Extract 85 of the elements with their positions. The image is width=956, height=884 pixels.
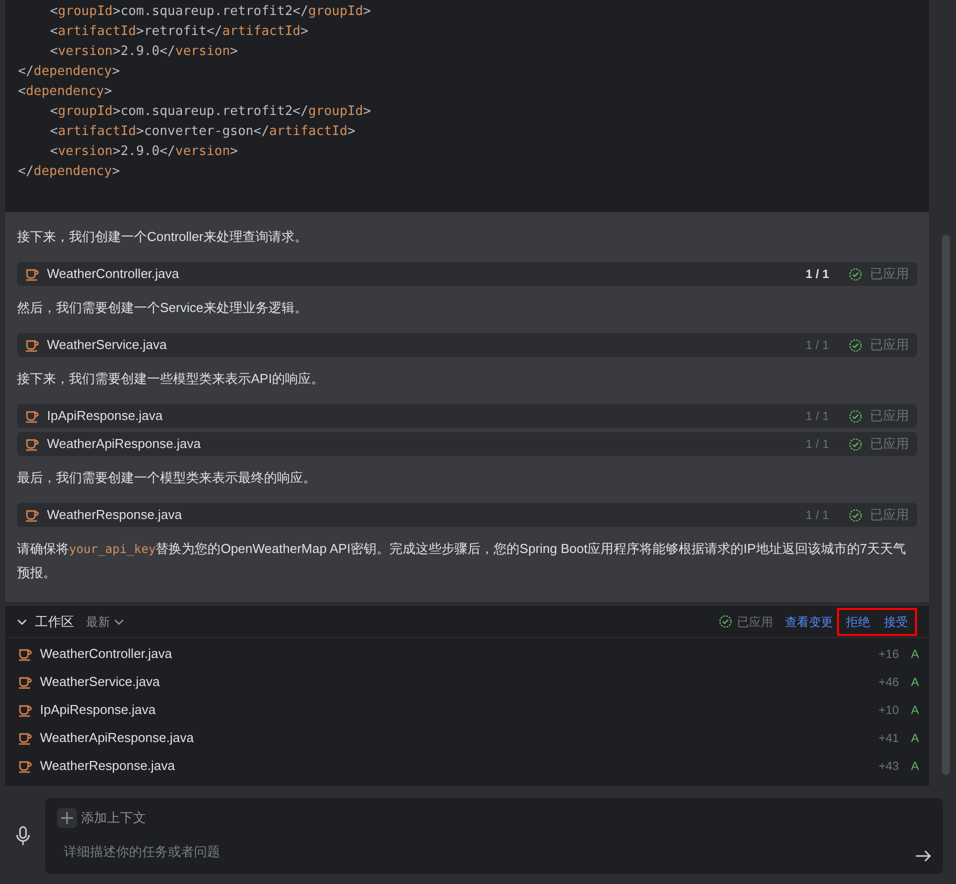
code-line: <artifactId>retrofit</artifactId> <box>49 23 310 41</box>
file-name: IpApiResponse.java <box>40 701 157 720</box>
added-lines-count: +16 <box>878 646 899 663</box>
cup-icon <box>25 508 39 522</box>
added-lines-count: +43 <box>878 758 899 775</box>
file-status-letter: A <box>910 702 919 719</box>
file-card[interactable]: WeatherApiResponse.java 1 / 1 已应用 <box>17 432 917 456</box>
panel-title: 工作区 <box>35 612 74 631</box>
code-line: <groupId>com.squareup.retrofit2</groupId> <box>49 3 372 21</box>
cup-icon <box>25 338 39 352</box>
file-name: WeatherController.java <box>47 265 180 284</box>
message-text: 接下来，我们创建一个Controller来处理查询请求。 <box>17 228 308 246</box>
file-name: WeatherController.java <box>40 645 173 664</box>
check-icon <box>849 438 862 450</box>
added-lines-count: +46 <box>878 674 899 691</box>
cup-icon <box>18 647 32 661</box>
status-label: 已应用 <box>870 265 909 284</box>
code-line: <groupId>com.squareup.retrofit2</groupId> <box>49 103 372 121</box>
check-icon <box>849 338 862 352</box>
code-line: <version>2.9.0</version> <box>49 143 239 161</box>
change-count: 1 / 1 <box>806 408 829 425</box>
microphone-icon[interactable] <box>16 826 30 846</box>
file-status-letter: A <box>910 674 919 691</box>
change-count: 1 / 1 <box>806 436 829 453</box>
file-name: WeatherService.java <box>47 336 168 354</box>
file-card[interactable]: WeatherService.java 1 / 1 已应用 <box>17 333 917 357</box>
changed-file-row[interactable]: WeatherController.java +16 A <box>5 640 929 668</box>
cup-icon <box>18 731 32 745</box>
changed-file-row[interactable]: IpApiResponse.java +10 A <box>5 696 929 724</box>
accept-link[interactable]: 接受 <box>884 612 908 630</box>
cup-icon <box>25 267 39 281</box>
code-line: <version>2.9.0</version> <box>49 43 239 61</box>
changed-file-row[interactable]: WeatherService.java +46 A <box>5 668 929 696</box>
chevron-down-icon[interactable] <box>17 618 27 624</box>
scrollbar-thumb[interactable] <box>942 235 950 775</box>
chat-input-box[interactable]: 添加上下文 详细描述你的任务或者问题 <box>45 798 943 874</box>
file-status-letter: A <box>910 646 919 663</box>
check-icon <box>849 268 862 280</box>
code-line: </dependency> <box>17 63 121 81</box>
status-label: 已应用 <box>870 407 909 426</box>
change-count: 1 / 1 <box>806 507 829 524</box>
changed-file-row[interactable]: WeatherApiResponse.java +41 A <box>5 724 929 752</box>
file-name: WeatherApiResponse.java <box>47 435 202 454</box>
prompt-input[interactable]: 详细描述你的任务或者问题 <box>64 842 884 862</box>
check-icon <box>849 410 862 422</box>
file-status-letter: A <box>910 730 919 747</box>
cup-icon <box>18 703 32 717</box>
cup-icon <box>25 409 39 423</box>
filter-dropdown[interactable]: 最新 <box>86 612 124 630</box>
changed-file-row[interactable]: WeatherResponse.java +43 A <box>5 752 929 780</box>
file-name: WeatherResponse.java <box>47 506 183 524</box>
status-label: 已应用 <box>737 614 773 630</box>
file-card[interactable]: WeatherController.java 1 / 1 已应用 <box>17 262 917 286</box>
change-count: 1 / 1 <box>806 266 829 283</box>
check-icon <box>849 508 862 522</box>
message-text: 请确保将your_api_key替换为您的OpenWeatherMap API密钥。完成这些步骤后，您的Spring Boot应用程序将能够根据请求的IP地址返回该城市的7天天气预报。 <box>17 540 907 582</box>
change-count: 1 / 1 <box>806 337 829 354</box>
message-text: 接下来，我们需要创建一些模型类来表示API的响应。 <box>17 370 325 388</box>
file-status-letter: A <box>910 758 919 775</box>
file-name: WeatherApiResponse.java <box>40 729 195 748</box>
chevron-down-icon[interactable] <box>114 618 124 624</box>
code-line: <artifactId>converter-gson</artifactId> <box>49 123 356 141</box>
status-label: 已应用 <box>870 435 909 454</box>
send-arrow-icon[interactable] <box>916 850 931 862</box>
added-lines-count: +41 <box>878 730 899 747</box>
view-changes-link[interactable]: 查看变更 <box>785 612 833 630</box>
added-lines-count: +10 <box>878 702 899 719</box>
file-name: WeatherService.java <box>40 673 161 692</box>
status-label: 已应用 <box>870 506 909 524</box>
add-context-button[interactable]: 添加上下文 <box>81 808 146 828</box>
cup-icon <box>25 437 39 451</box>
add-icon[interactable] <box>57 808 77 828</box>
reject-link[interactable]: 拒绝 <box>846 612 870 630</box>
code-line: </dependency> <box>17 163 121 181</box>
file-card[interactable]: WeatherResponse.java 1 / 1 已应用 <box>17 503 917 527</box>
message-text: 最后，我们需要创建一个模型类来表示最终的响应。 <box>17 469 317 487</box>
message-text: 然后，我们需要创建一个Service来处理业务逻辑。 <box>17 299 308 317</box>
cup-icon <box>18 759 32 773</box>
file-card[interactable]: IpApiResponse.java 1 / 1 已应用 <box>17 404 917 428</box>
check-icon <box>719 615 732 628</box>
file-name: WeatherResponse.java <box>40 757 176 776</box>
status-label: 已应用 <box>870 336 909 354</box>
file-name: IpApiResponse.java <box>47 407 164 426</box>
cup-icon <box>18 675 32 689</box>
code-line: <dependency> <box>17 83 113 101</box>
